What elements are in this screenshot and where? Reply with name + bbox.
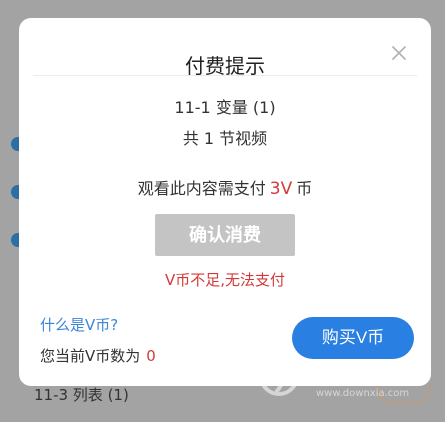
dialog-title: 付费提示 — [185, 54, 265, 78]
title-divider — [33, 75, 417, 76]
payment-dialog: 付费提示 11-1 变量 (1) 共 1 节视频 观看此内容需支付 3V 币 确认消… — [19, 18, 431, 386]
background-lesson-item: 11-3 列表 (1) — [34, 386, 129, 404]
lesson-title: 11-1 变量 (1) — [174, 98, 276, 117]
watermark-logo-icon — [259, 356, 299, 396]
price-suffix: 币 — [296, 179, 313, 198]
confirm-purchase-button[interactable]: 确认消费 — [155, 214, 295, 256]
price-prefix: 观看此内容需支付 — [137, 179, 266, 198]
price-amount: 3V — [269, 179, 293, 199]
close-icon[interactable] — [390, 44, 408, 62]
balance-value: 0 — [146, 347, 156, 365]
watermark: 当下软件园 www.downxia.com — [256, 352, 436, 412]
watermark-brand: 当下软件园 — [308, 362, 429, 387]
insufficient-balance-message: V币不足,无法支付 — [164, 271, 286, 289]
watermark-url: www.downxia.com — [316, 388, 410, 399]
what-is-vcoin-link[interactable]: 什么是V币? — [40, 314, 118, 335]
price-line: 观看此内容需支付 3V 币 — [19, 175, 431, 199]
video-count: 共 1 节视频 — [182, 129, 268, 148]
balance-label: 您当前V币数为 — [40, 347, 141, 365]
balance-line: 您当前V币数为 0 — [40, 345, 156, 366]
